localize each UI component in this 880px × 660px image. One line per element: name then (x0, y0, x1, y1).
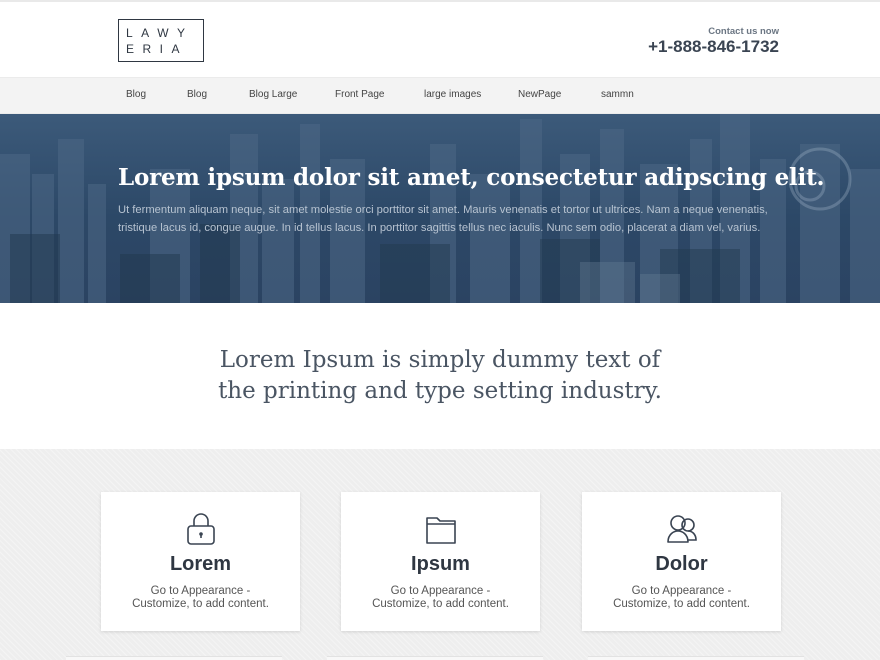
nav-item-sammn[interactable]: sammn (601, 89, 634, 100)
feature-card-dolor[interactable]: Dolor Go to Appearance - Customize, to a… (582, 492, 781, 631)
feature-title: Lorem (169, 553, 232, 575)
nav-item-blog-2[interactable]: Blog (187, 89, 207, 100)
lock-icon (187, 513, 215, 545)
feature-text-line-2: Customize, to add content. (613, 598, 750, 610)
contact-phone[interactable]: +1-888-846-1732 (648, 37, 779, 57)
site-header: LAWY ERIA Contact us now +1-888-846-1732 (0, 2, 880, 76)
feature-title: Ipsum (411, 553, 470, 575)
section-divider (327, 656, 543, 660)
users-icon (667, 515, 697, 543)
feature-text-line-1: Go to Appearance - (390, 585, 491, 597)
feature-text: Go to Appearance - Customize, to add con… (341, 585, 540, 611)
contact-label: Contact us now (708, 26, 779, 37)
section-divider (66, 656, 282, 660)
hero-text: Ut fermentum aliquam neque, sit amet mol… (118, 204, 768, 234)
tagline-line-2: the printing and type setting industry. (218, 378, 662, 404)
section-divider (588, 656, 804, 660)
main-nav: Blog Blog Blog Large Front Page large im… (0, 77, 880, 114)
logo-line-2: ERIA (126, 41, 189, 56)
feature-text: Go to Appearance - Customize, to add con… (101, 585, 300, 611)
feature-card-lorem[interactable]: Lorem Go to Appearance - Customize, to a… (101, 492, 300, 631)
folder-icon (426, 517, 456, 544)
nav-item-blog-large[interactable]: Blog Large (249, 89, 297, 100)
tagline-line-1: Lorem Ipsum is simply dummy text of (219, 347, 661, 373)
feature-card-ipsum[interactable]: Ipsum Go to Appearance - Customize, to a… (341, 492, 540, 631)
feature-text-line-1: Go to Appearance - (150, 585, 251, 597)
feature-text-line-1: Go to Appearance - (631, 585, 732, 597)
feature-text: Go to Appearance - Customize, to add con… (582, 585, 781, 611)
nav-item-large-images[interactable]: large images (424, 89, 481, 100)
feature-title: Dolor (655, 553, 708, 575)
feature-text-line-2: Customize, to add content. (132, 598, 269, 610)
logo-line-1: LAWY (126, 25, 194, 40)
tagline: Lorem Ipsum is simply dummy text of the … (0, 345, 880, 407)
contact-block: Contact us now +1-888-846-1732 (648, 26, 779, 57)
hero-banner: Lorem ipsum dolor sit amet, consectetur … (0, 114, 880, 303)
features-section: Lorem Go to Appearance - Customize, to a… (0, 449, 880, 660)
nav-item-newpage[interactable]: NewPage (518, 89, 561, 100)
feature-text-line-2: Customize, to add content. (372, 598, 509, 610)
nav-item-blog[interactable]: Blog (126, 89, 146, 100)
site-logo[interactable]: LAWY ERIA (118, 19, 204, 62)
nav-item-front-page[interactable]: Front Page (335, 89, 384, 100)
hero-title: Lorem ipsum dolor sit amet, consectetur … (118, 164, 825, 191)
